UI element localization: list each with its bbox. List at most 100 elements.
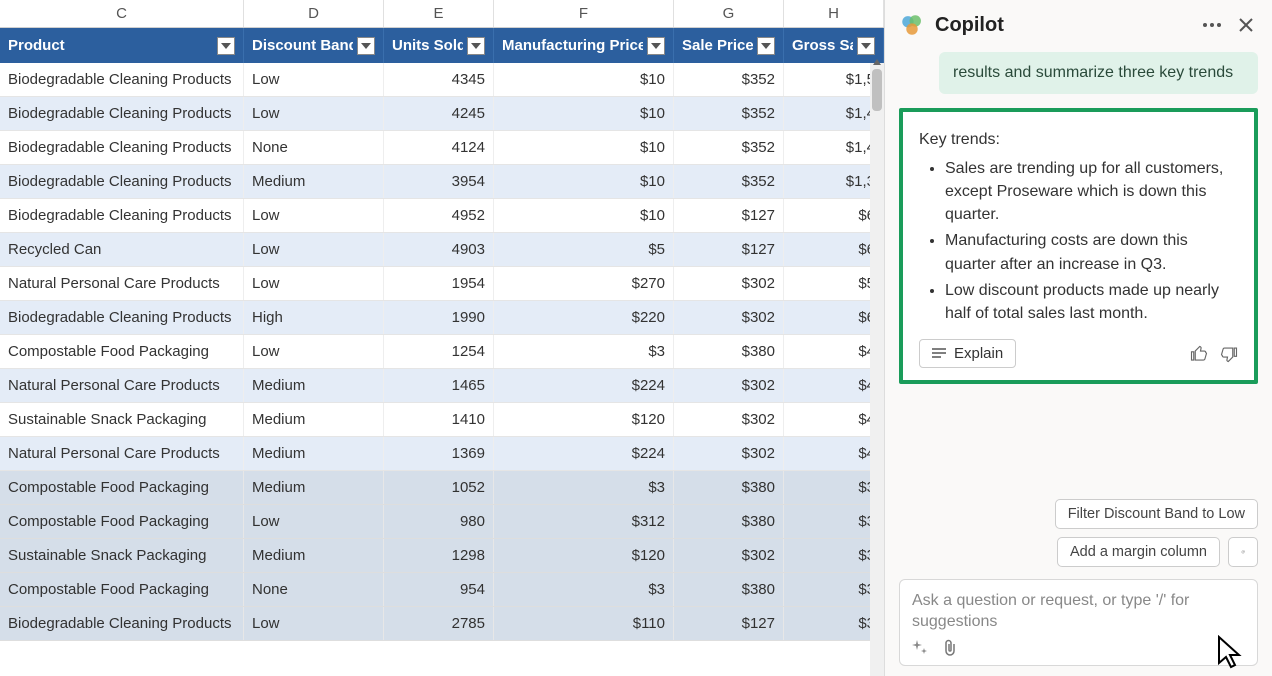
cell-gross[interactable]: $6 (784, 199, 884, 232)
suggestion-filter-button[interactable]: Filter Discount Band to Low (1055, 499, 1258, 529)
cell-band[interactable]: Low (244, 505, 384, 538)
cell-mfg[interactable]: $5 (494, 233, 674, 266)
cell-units[interactable]: 4952 (384, 199, 494, 232)
col-letter-H[interactable]: H (784, 0, 884, 27)
table-row[interactable]: Sustainable Snack PackagingMedium1410$12… (0, 403, 884, 437)
cell-mfg[interactable]: $3 (494, 573, 674, 606)
cell-mfg[interactable]: $224 (494, 369, 674, 402)
cell-mfg[interactable]: $220 (494, 301, 674, 334)
scroll-thumb[interactable] (872, 69, 882, 111)
cell-gross[interactable]: $1,3 (784, 165, 884, 198)
header-discount-band[interactable]: Discount Band (244, 28, 384, 63)
table-row[interactable]: Compostable Food PackagingMedium1052$3$3… (0, 471, 884, 505)
cell-product[interactable]: Natural Personal Care Products (0, 267, 244, 300)
filter-dropdown-icon[interactable] (757, 37, 775, 55)
copilot-input-box[interactable]: Ask a question or request, or type '/' f… (899, 579, 1258, 666)
cell-gross[interactable]: $3 (784, 573, 884, 606)
cell-band[interactable]: None (244, 131, 384, 164)
scroll-up-icon[interactable] (872, 57, 882, 67)
cell-product[interactable]: Recycled Can (0, 233, 244, 266)
table-row[interactable]: Recycled CanLow4903$5$127$6 (0, 233, 884, 267)
table-row[interactable]: Compostable Food PackagingNone954$3$380$… (0, 573, 884, 607)
header-product[interactable]: Product (0, 28, 244, 63)
table-row[interactable]: Biodegradable Cleaning ProductsLow4952$1… (0, 199, 884, 233)
cell-units[interactable]: 4245 (384, 97, 494, 130)
cell-mfg[interactable]: $10 (494, 199, 674, 232)
cell-gross[interactable]: $4 (784, 335, 884, 368)
filter-dropdown-icon[interactable] (647, 37, 665, 55)
cell-mfg[interactable]: $270 (494, 267, 674, 300)
cell-band[interactable]: Medium (244, 539, 384, 572)
table-row[interactable]: Natural Personal Care ProductsMedium1465… (0, 369, 884, 403)
cell-mfg[interactable]: $10 (494, 63, 674, 96)
cell-band[interactable]: Medium (244, 165, 384, 198)
explain-button[interactable]: Explain (919, 339, 1016, 368)
cell-gross[interactable]: $3 (784, 505, 884, 538)
cell-band[interactable]: Low (244, 97, 384, 130)
cell-units[interactable]: 1298 (384, 539, 494, 572)
cell-band[interactable]: Low (244, 335, 384, 368)
cell-product[interactable]: Sustainable Snack Packaging (0, 539, 244, 572)
cell-units[interactable]: 1410 (384, 403, 494, 436)
cell-band[interactable]: Medium (244, 471, 384, 504)
cell-band[interactable]: Low (244, 607, 384, 640)
cell-units[interactable]: 1954 (384, 267, 494, 300)
cell-units[interactable]: 1254 (384, 335, 494, 368)
cell-sale[interactable]: $352 (674, 165, 784, 198)
cell-band[interactable]: Low (244, 267, 384, 300)
cell-sale[interactable]: $127 (674, 607, 784, 640)
cell-band[interactable]: Low (244, 63, 384, 96)
close-button[interactable] (1234, 13, 1258, 37)
col-letter-F[interactable]: F (494, 0, 674, 27)
cell-sale[interactable]: $127 (674, 199, 784, 232)
cell-product[interactable]: Biodegradable Cleaning Products (0, 199, 244, 232)
table-row[interactable]: Biodegradable Cleaning ProductsLow2785$1… (0, 607, 884, 641)
header-sale-price[interactable]: Sale Price (674, 28, 784, 63)
thumbs-up-icon[interactable] (1190, 345, 1208, 363)
attachment-icon[interactable] (942, 639, 958, 657)
cell-gross[interactable]: $1,4 (784, 97, 884, 130)
cell-product[interactable]: Compostable Food Packaging (0, 335, 244, 368)
cell-gross[interactable]: $1,5 (784, 63, 884, 96)
cell-product[interactable]: Sustainable Snack Packaging (0, 403, 244, 436)
cell-gross[interactable]: $3 (784, 607, 884, 640)
cell-mfg[interactable]: $120 (494, 403, 674, 436)
cell-mfg[interactable]: $110 (494, 607, 674, 640)
cell-units[interactable]: 4903 (384, 233, 494, 266)
cell-sale[interactable]: $352 (674, 97, 784, 130)
table-row[interactable]: Biodegradable Cleaning ProductsLow4245 $1… (0, 97, 884, 131)
cell-mfg[interactable]: $10 (494, 131, 674, 164)
cell-gross[interactable]: $3 (784, 539, 884, 572)
table-row[interactable]: Natural Personal Care ProductsMedium1369… (0, 437, 884, 471)
cell-gross[interactable]: $1,4 (784, 131, 884, 164)
cell-band[interactable]: Medium (244, 369, 384, 402)
cell-product[interactable]: Biodegradable Cleaning Products (0, 301, 244, 334)
cell-gross[interactable]: $4 (784, 437, 884, 470)
cell-mfg[interactable]: $120 (494, 539, 674, 572)
table-row[interactable]: Biodegradable Cleaning ProductsLow4345$1… (0, 63, 884, 97)
cell-band[interactable]: Medium (244, 437, 384, 470)
table-row[interactable]: Compostable Food PackagingLow980$312$380… (0, 505, 884, 539)
cell-product[interactable]: Natural Personal Care Products (0, 369, 244, 402)
table-row[interactable]: Biodegradable Cleaning ProductsNone4124$… (0, 131, 884, 165)
cell-product[interactable]: Biodegradable Cleaning Products (0, 97, 244, 130)
cell-gross[interactable]: $6 (784, 301, 884, 334)
cell-gross[interactable]: $5 (784, 267, 884, 300)
vertical-scrollbar[interactable] (870, 63, 884, 676)
thumbs-down-icon[interactable] (1220, 345, 1238, 363)
header-mfg-price[interactable]: Manufacturing Price (494, 28, 674, 63)
col-letter-D[interactable]: D (244, 0, 384, 27)
filter-dropdown-icon[interactable] (357, 37, 375, 55)
filter-dropdown-icon[interactable] (857, 37, 875, 55)
cell-mfg[interactable]: $3 (494, 335, 674, 368)
cell-sale[interactable]: $380 (674, 335, 784, 368)
more-options-button[interactable] (1200, 13, 1224, 37)
cell-sale[interactable]: $302 (674, 437, 784, 470)
cell-band[interactable]: High (244, 301, 384, 334)
cell-product[interactable]: Biodegradable Cleaning Products (0, 165, 244, 198)
cell-sale[interactable]: $302 (674, 403, 784, 436)
cell-sale[interactable]: $302 (674, 267, 784, 300)
cell-units[interactable]: 4345 (384, 63, 494, 96)
suggestion-margin-button[interactable]: Add a margin column (1057, 537, 1220, 567)
table-row[interactable]: Sustainable Snack PackagingMedium1298$12… (0, 539, 884, 573)
